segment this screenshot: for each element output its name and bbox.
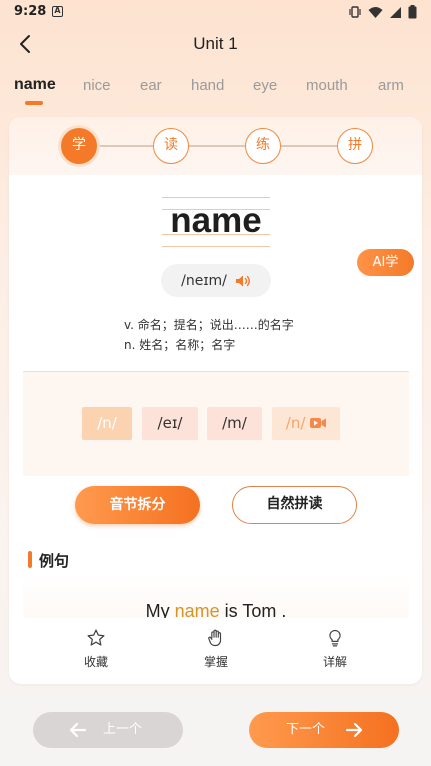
learning-steps: 学 读 练 拼 <box>9 117 422 175</box>
vibrate-icon <box>349 6 361 18</box>
next-button[interactable]: 下一个 <box>249 712 399 748</box>
lightbulb-icon <box>329 629 341 647</box>
active-tab-indicator <box>25 101 43 105</box>
status-icons <box>348 5 417 19</box>
favorite-label: 收藏 <box>83 655 108 669</box>
tab-word-hand[interactable]: hand <box>191 77 224 94</box>
master-button[interactable]: 掌握 <box>186 628 246 670</box>
tab-word-nice[interactable]: nice <box>83 77 111 94</box>
action-bar: 收藏 掌握 详解 <box>9 618 422 684</box>
word-card: 学 读 练 拼 name AI学 /neɪm/ v. 命名；提名；说出……的名字… <box>9 117 422 684</box>
phonetic-text: /neɪm/ <box>181 272 227 289</box>
video-icon <box>310 418 327 428</box>
previous-button[interactable]: 上一个 <box>33 712 183 748</box>
syllable-chip-label: /n/ <box>285 414 306 432</box>
step-read[interactable]: 读 <box>153 128 189 164</box>
hand-icon <box>208 629 222 647</box>
syllable-chip[interactable]: /n/ <box>82 407 132 440</box>
section-title-examples: 例句 <box>39 552 70 570</box>
syllable-chip[interactable]: /eɪ/ <box>142 407 198 440</box>
word-display: name <box>162 197 270 247</box>
previous-label: 上一个 <box>103 722 143 737</box>
word-tabs: name nice ear hand eye mouth arm <box>0 74 431 106</box>
detail-label: 详解 <box>322 655 347 669</box>
meaning-line: v. 命名；提名；说出……的名字 <box>124 318 294 332</box>
status-time: 9:28 <box>14 4 47 19</box>
favorite-button[interactable]: 收藏 <box>66 628 126 670</box>
detail-button[interactable]: 详解 <box>305 628 365 670</box>
tab-word-ear[interactable]: ear <box>140 77 162 94</box>
meanings: v. 命名；提名；说出……的名字 n. 姓名；名称；名字 <box>124 315 294 355</box>
page-title: Unit 1 <box>193 34 238 53</box>
step-connector <box>281 145 337 147</box>
next-label: 下一个 <box>286 722 326 737</box>
guide-line <box>162 197 270 198</box>
speaker-icon[interactable] <box>235 274 251 288</box>
syllable-chip[interactable]: /m/ <box>207 407 262 440</box>
arrow-right-icon <box>345 722 363 738</box>
syllable-split-button[interactable]: 音节拆分 <box>75 486 200 524</box>
syllable-panel: /n/ /eɪ/ /m/ /n/ <box>23 371 409 476</box>
signal-icon <box>390 6 401 18</box>
step-learn[interactable]: 学 <box>61 128 97 164</box>
notification-a-icon: A <box>52 6 63 17</box>
battery-icon <box>408 5 417 19</box>
tab-word-eye[interactable]: eye <box>253 77 277 94</box>
syllable-video-chip[interactable]: /n/ <box>272 407 340 440</box>
status-bar: 9:28 A <box>0 0 431 26</box>
step-spell[interactable]: 拼 <box>337 128 373 164</box>
header: Unit 1 <box>0 26 431 64</box>
tab-word-name[interactable]: name <box>14 76 56 94</box>
main-word: name <box>170 201 262 240</box>
tab-word-arm[interactable]: arm <box>378 77 404 94</box>
step-practice[interactable]: 练 <box>245 128 281 164</box>
wifi-icon <box>368 6 383 18</box>
bottom-navigation: 上一个 下一个 <box>0 694 431 766</box>
guide-line <box>162 246 270 247</box>
star-icon <box>87 629 105 646</box>
step-connector <box>189 145 245 147</box>
meaning-line: n. 姓名；名称；名字 <box>124 338 236 352</box>
ai-learn-button[interactable]: AI学 <box>357 249 414 276</box>
step-connector <box>97 145 153 147</box>
arrow-left-icon <box>69 722 87 738</box>
tab-word-mouth[interactable]: mouth <box>306 77 348 94</box>
phonetic-pill[interactable]: /neɪm/ <box>161 264 271 297</box>
section-marker <box>28 551 32 568</box>
master-label: 掌握 <box>203 655 228 669</box>
natural-phonics-button[interactable]: 自然拼读 <box>232 486 357 524</box>
